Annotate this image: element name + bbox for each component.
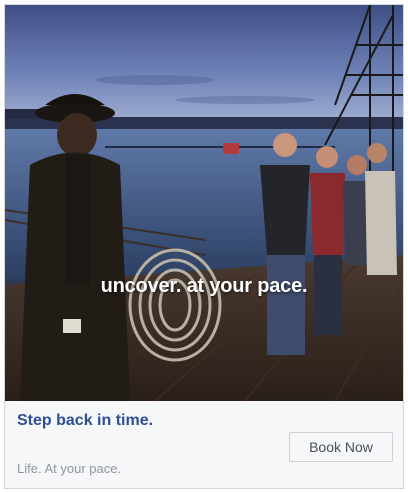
ad-headline[interactable]: Step back in time. (17, 412, 153, 430)
harbor-scene-illustration (5, 5, 403, 401)
ad-overlay-tagline: uncover. at your pace. (100, 275, 308, 297)
ad-photo[interactable]: uncover. at your pace. (5, 5, 403, 401)
ad-card[interactable]: uncover. at your pace. Step back in time… (4, 4, 404, 489)
ad-footer: Step back in time. Life. At your pace. B… (5, 401, 403, 488)
book-now-button[interactable]: Book Now (289, 432, 393, 462)
ad-description: Life. At your pace. (17, 461, 122, 476)
